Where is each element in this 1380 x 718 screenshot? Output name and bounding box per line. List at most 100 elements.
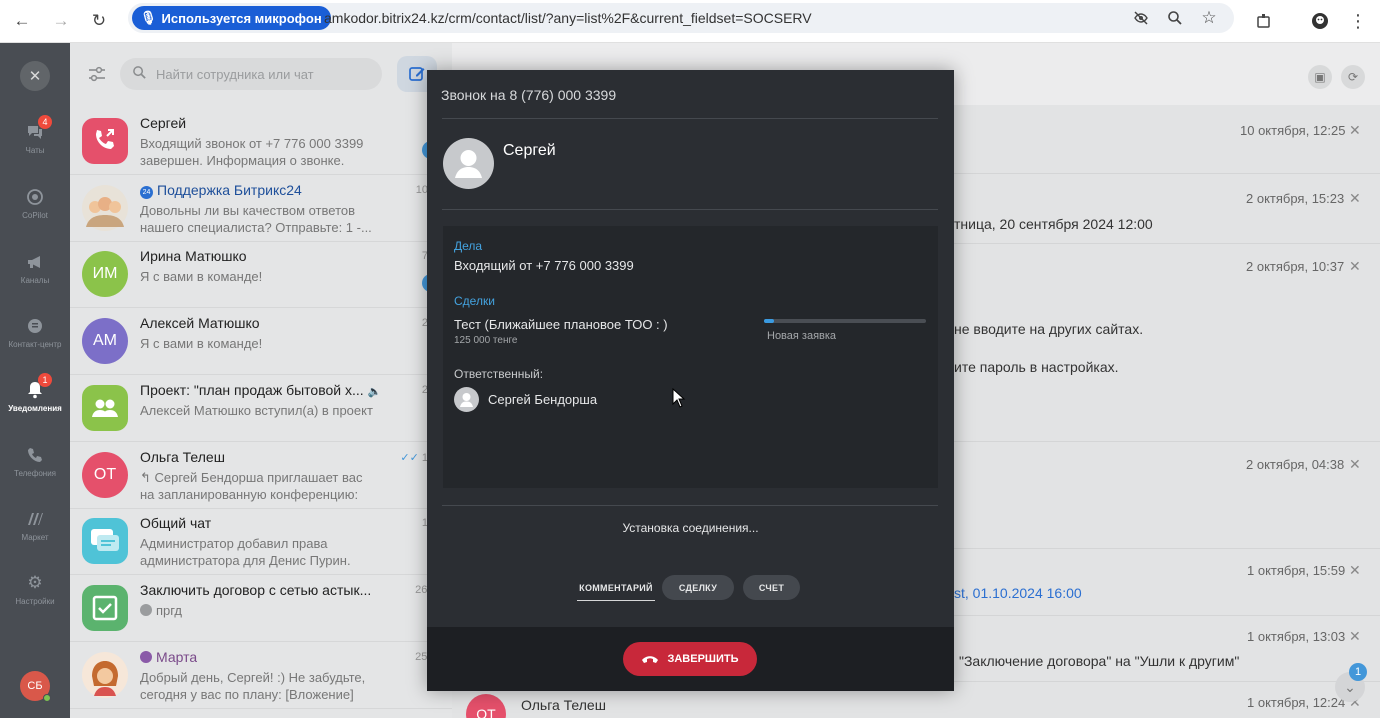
deal-stage-progress	[764, 319, 926, 323]
search-input[interactable]	[156, 64, 376, 84]
create-deal-button[interactable]: СДЕЛКУ	[662, 575, 734, 600]
chat-list-item[interactable]: ИМ Ирина Матюшко Я с вами в команде! 7 о…	[70, 242, 452, 308]
extensions-icon[interactable]	[1250, 7, 1278, 35]
close-icon[interactable]: ✕	[1349, 562, 1361, 579]
refresh-icon[interactable]: ⟳	[1341, 65, 1365, 89]
profile-icon[interactable]	[1306, 7, 1334, 35]
avatar-bg	[82, 118, 128, 164]
browser-toolbar: ← → ↻ 🎙 Используется микрофон amkodor.bi…	[0, 0, 1380, 43]
market-icon	[22, 506, 48, 532]
call-footer: ЗАВЕРШИТЬ	[427, 627, 954, 691]
menu-icon[interactable]: ⋮	[1344, 7, 1372, 35]
avatar: ОТ	[82, 452, 128, 498]
notification-time: 2 октября, 15:23	[1246, 191, 1345, 206]
copilot-icon	[22, 184, 48, 210]
chat-list-item[interactable]: Заключить договор с сетью астык... пргд …	[70, 576, 452, 642]
nav-badge: 4	[38, 115, 52, 129]
avatar	[82, 118, 128, 164]
comment-button[interactable]: КОММЕНТАРИЙ	[577, 575, 655, 601]
chat-list-item[interactable]: Марта Добрый день, Сергей! :) Не забудьт…	[70, 643, 452, 709]
avatar	[82, 185, 128, 231]
nav-item-settings[interactable]: ⚙ Настройки	[0, 566, 70, 616]
star-icon[interactable]: ☆	[1198, 7, 1220, 29]
mic-chip-label: Используется микрофон	[161, 10, 322, 26]
notification-time: 1 октября, 13:03	[1247, 629, 1346, 644]
chat-list-item[interactable]: 24 Поддержка Битрикс24 Довольны ли вы кач…	[70, 176, 452, 242]
close-icon[interactable]: ✕	[1349, 456, 1361, 473]
end-call-button[interactable]: ЗАВЕРШИТЬ	[623, 642, 757, 676]
responsible-name[interactable]: Сергей Бендорша	[488, 392, 597, 407]
chat-list-panel: Сергей Входящий звонок от +7 776 000 339…	[70, 43, 452, 718]
eye-off-icon[interactable]	[1130, 7, 1152, 29]
mic-icon: 🎙	[140, 10, 157, 25]
notification-text: "Заключение договора" на "Ушли к другим"	[959, 653, 1240, 669]
call-window: Звонок на 8 (776) 000 3399 Сергей Дела В…	[427, 70, 954, 691]
nav-item-telephony[interactable]: Телефония	[0, 438, 70, 488]
nav-item-market[interactable]: Маркет	[0, 502, 70, 552]
nav-item-notifications[interactable]: Уведомления 1	[0, 373, 70, 423]
chat-list-item[interactable]: Сергей Входящий звонок от +7 776 000 339…	[70, 109, 452, 175]
divider	[442, 209, 938, 210]
tasks-heading: Дела	[454, 239, 483, 253]
nav-item-chats[interactable]: Чаты 4	[0, 115, 70, 165]
divider	[442, 505, 938, 506]
assistant-icon	[140, 651, 152, 663]
forward-icon[interactable]: →	[47, 7, 75, 35]
close-icon[interactable]: ✕	[20, 61, 50, 91]
nav-item-contact-center[interactable]: Контакт-центр	[0, 309, 70, 359]
chat-list-item[interactable]: ОТ Ольга Телеш ↰ Сергей Бендорша приглаш…	[70, 443, 452, 509]
notification-time: 1 октября, 12:24	[1247, 695, 1346, 710]
notification-text: не вводите на других сайтах.	[954, 321, 1144, 337]
notification-time: 10 октября, 12:25	[1240, 123, 1346, 138]
read-check-icon: ✓✓	[400, 452, 419, 464]
chevron-down-icon: ⌄	[1344, 678, 1356, 695]
hangup-icon	[642, 656, 659, 663]
chat-list-item[interactable]: АМ Алексей Матюшко Я с вами в команде! 2…	[70, 309, 452, 375]
gear-icon: ⚙	[27, 573, 43, 592]
chat-list-item[interactable]: Проект: "план продаж бытовой х... 🔈 Алек…	[70, 376, 452, 442]
avatar: АМ	[82, 318, 128, 364]
user-icon	[140, 604, 152, 616]
notification-text: тница, 20 сентября 2024 12:00	[954, 216, 1153, 232]
contact-center-icon	[22, 313, 48, 339]
left-nav: ✕ Чаты 4 CoPilot Каналы Контакт-центр Ув…	[0, 43, 70, 718]
close-icon[interactable]: ✕	[1349, 190, 1361, 207]
deal-stage: Новая заявка	[767, 330, 837, 342]
responsible-heading: Ответственный:	[454, 367, 544, 381]
deal-title[interactable]: Тест (Ближайшее плановое ТОО : )	[454, 317, 668, 332]
close-icon[interactable]: ✕	[1349, 628, 1361, 645]
deals-heading: Сделки	[454, 294, 495, 308]
chat-icon[interactable]: ▣	[1308, 65, 1332, 89]
unread-badge: 1	[1349, 663, 1367, 681]
deal-stage-progress-fill	[764, 319, 774, 323]
mic-in-use-chip[interactable]: 🎙 Используется микрофон	[132, 6, 331, 30]
avatar	[82, 518, 128, 564]
notification-link[interactable]: st, 01.10.2024 16:00	[954, 585, 1082, 601]
back-icon[interactable]: ←	[8, 7, 36, 35]
mouse-cursor-icon	[672, 388, 686, 408]
notification-time: 2 октября, 04:38	[1246, 457, 1345, 472]
avatar: ОТ	[466, 694, 506, 718]
zoom-icon[interactable]	[1164, 7, 1186, 29]
search-icon	[132, 65, 147, 83]
nav-badge: 1	[38, 373, 52, 387]
notification-time: 2 октября, 10:37	[1246, 259, 1345, 274]
address-bar[interactable]: 🎙 Используется микрофон amkodor.bitrix24…	[128, 3, 1234, 33]
url-text[interactable]: amkodor.bitrix24.kz/crm/contact/list/?an…	[324, 10, 812, 26]
notification-time: 1 октября, 15:59	[1247, 563, 1346, 578]
avatar	[82, 585, 128, 631]
nav-item-channels[interactable]: Каналы	[0, 245, 70, 295]
task-item[interactable]: Входящий от +7 776 000 3399	[454, 258, 634, 273]
close-icon[interactable]: ✕	[1349, 122, 1361, 139]
responsible-avatar	[454, 387, 479, 412]
close-icon[interactable]: ✕	[1349, 258, 1361, 275]
call-title: Звонок на 8 (776) 000 3399	[441, 87, 617, 103]
megaphone-icon	[22, 249, 48, 275]
filter-icon[interactable]	[86, 63, 108, 85]
reload-icon[interactable]: ↻	[85, 7, 113, 35]
create-invoice-button[interactable]: СЧЕТ	[743, 575, 800, 600]
contact-name[interactable]: Сергей	[503, 142, 556, 160]
nav-item-copilot[interactable]: CoPilot	[0, 180, 70, 230]
crm-info-box: Дела Входящий от +7 776 000 3399 Сделки …	[443, 226, 938, 488]
chat-list-item[interactable]: Общий чат Администратор добавил права ад…	[70, 509, 452, 575]
